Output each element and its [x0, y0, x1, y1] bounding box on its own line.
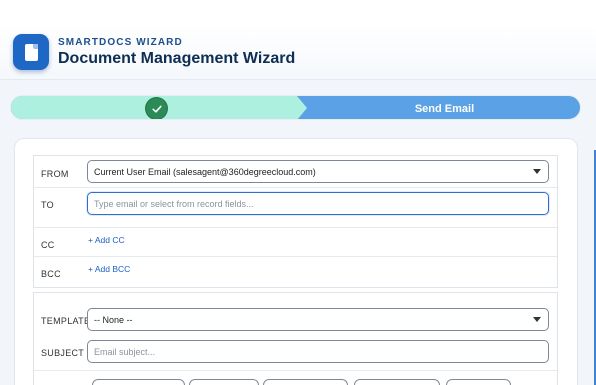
divider — [34, 187, 557, 188]
step-completed[interactable] — [11, 96, 297, 119]
cc-label: CC — [41, 240, 55, 250]
chevron-down-icon — [533, 169, 541, 174]
brand-label: SMARTDOCS WIZARD — [58, 37, 183, 48]
toolbar-button[interactable] — [446, 379, 511, 385]
toolbar-button[interactable] — [263, 379, 348, 385]
add-bcc-link[interactable]: + Add BCC — [88, 264, 130, 274]
top-strip — [0, 0, 596, 24]
step-arrow — [297, 96, 307, 119]
from-label: FROM — [41, 169, 69, 179]
toolbar-button[interactable] — [189, 379, 259, 385]
divider — [34, 227, 557, 228]
to-label: TO — [41, 200, 54, 210]
page-title: Document Management Wizard — [58, 50, 296, 67]
subject-label: SUBJECT — [41, 348, 85, 358]
toolbar-button[interactable] — [92, 379, 185, 385]
subject-placeholder: Email subject... — [94, 346, 156, 357]
to-placeholder: Type email or select from record fields.… — [94, 198, 254, 209]
divider — [34, 256, 557, 257]
template-value: -- None -- — [94, 314, 133, 325]
template-select[interactable]: -- None -- — [87, 308, 549, 331]
from-select[interactable]: Current User Email (salesagent@360degree… — [87, 160, 549, 183]
wizard-header: SMARTDOCS WIZARD Document Management Wiz… — [0, 24, 596, 80]
check-icon — [146, 98, 167, 119]
toolbar-button[interactable] — [354, 379, 440, 385]
chevron-down-icon — [533, 317, 541, 322]
bcc-label: BCC — [41, 269, 61, 279]
message-panel — [33, 292, 558, 385]
wizard-progress: Send Email — [10, 95, 581, 120]
subject-input[interactable]: Email subject... — [87, 340, 549, 363]
template-label: TEMPLATE — [41, 316, 91, 326]
document-app-icon — [13, 34, 49, 70]
from-value: Current User Email (salesagent@360degree… — [94, 166, 316, 177]
step-send-email[interactable]: Send Email — [307, 96, 580, 119]
add-cc-link[interactable]: + Add CC — [88, 235, 125, 245]
divider — [34, 370, 557, 371]
to-input[interactable]: Type email or select from record fields.… — [87, 192, 549, 215]
